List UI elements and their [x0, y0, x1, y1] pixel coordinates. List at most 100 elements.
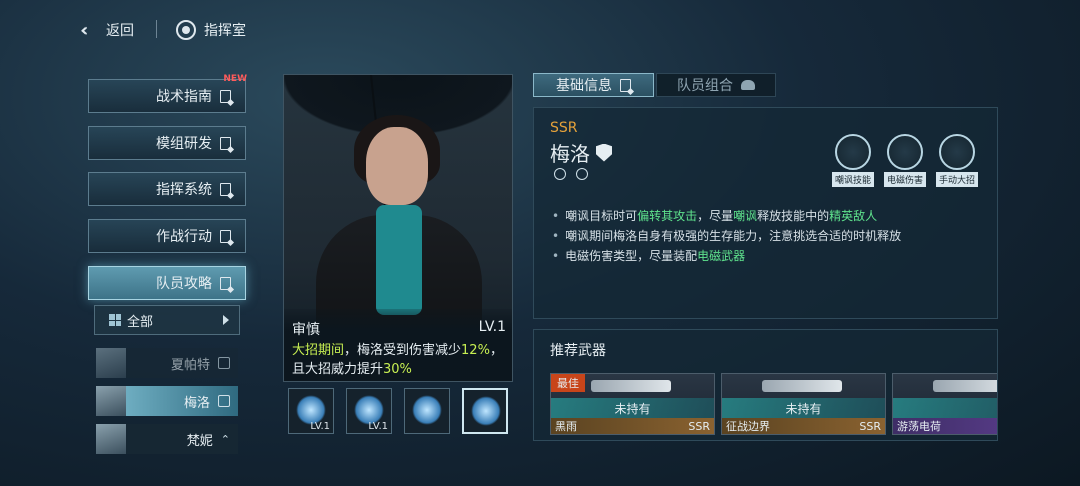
tag-manual-ult: 手动大招	[934, 134, 980, 187]
character-title: 梅洛	[550, 138, 612, 167]
tag-emp-damage: 电磁伤害	[882, 134, 928, 187]
trait-level: LV.1	[478, 319, 506, 335]
tips-list: • 嘲讽目标时可偏转其攻击，尽量嘲讽释放技能中的精英敌人 • 嘲讽期间梅洛自身有极强…	[552, 206, 901, 266]
skill-level: LV.1	[310, 421, 330, 432]
menu-command-system[interactable]: 指挥系统	[88, 172, 246, 206]
character-name: 梵妮	[186, 433, 213, 449]
weapon-card[interactable]: 未持有 征战边界 SSR	[721, 373, 886, 435]
ownership-status: 未持	[893, 398, 997, 418]
weapon-name: 征战边界	[726, 420, 770, 433]
ownership-status: 未持有	[722, 398, 885, 418]
trait-panel: 审慎 LV.1 大招期间，梅洛受到伤害减少12%，且大招威力提升30%	[284, 309, 512, 381]
grid-icon	[109, 314, 121, 326]
skill-slot[interactable]	[404, 388, 450, 434]
figure-shirt-art	[376, 205, 422, 315]
skill-slot[interactable]: LV.1	[346, 388, 392, 434]
edit-doc-icon	[220, 89, 231, 103]
weapon-name: 游荡电荷	[897, 420, 941, 433]
character-list-item[interactable]: 梵妮 ⌃	[96, 424, 238, 454]
character-name: 夏帕特	[170, 357, 210, 373]
menu-label: 队员攻略	[156, 276, 212, 292]
menu-label: 作战行动	[156, 229, 212, 245]
shield-class-icon	[218, 357, 230, 369]
edit-doc-icon	[220, 182, 231, 196]
menu-label: 模组研发	[156, 136, 212, 152]
character-list-item[interactable]: 夏帕特	[96, 348, 238, 378]
avatar	[96, 386, 126, 416]
tip-text: 嘲讽目标时可	[565, 209, 638, 223]
skill-icon	[471, 396, 501, 426]
faction-icon	[554, 168, 566, 180]
skill-level: LV.1	[368, 421, 388, 432]
element-icon	[576, 168, 588, 180]
tip-highlight: 电磁武器	[697, 249, 746, 263]
tip-text: 释放技能中的	[757, 209, 830, 223]
basic-info-panel: SSR 梅洛 嘲讽技能 电磁伤害 手动大招 • 嘲讽目标时可偏转其攻击，尽量嘲讽释…	[533, 107, 998, 319]
new-badge: NEW	[223, 74, 247, 84]
chevron-up-icon: ⌃	[220, 432, 230, 446]
skill-slot[interactable]	[462, 388, 508, 434]
skill-slot[interactable]: LV.1	[288, 388, 334, 434]
edit-doc-icon	[620, 78, 631, 92]
best-badge: 最佳	[551, 374, 585, 392]
character-list-item[interactable]: 梅洛	[96, 386, 238, 416]
menu-module-research[interactable]: 模组研发	[88, 126, 246, 160]
tip-text: 电磁伤害类型，尽量装配	[565, 249, 698, 263]
tag-label: 手动大招	[935, 172, 978, 187]
breadcrumb-label: 指挥室	[204, 23, 246, 39]
skill-icon	[412, 395, 442, 425]
weapon-image	[933, 380, 997, 392]
tab-team-combo[interactable]: 队员组合	[656, 73, 776, 97]
back-button[interactable]: ‹‹ 返回	[80, 18, 134, 42]
double-chevron-left-icon: ‹‹	[80, 19, 88, 41]
weapon-image	[762, 380, 842, 392]
tab-basic-info[interactable]: 基础信息	[533, 73, 654, 97]
weapon-footer: 征战边界 SSR	[722, 418, 885, 434]
tag-label: 嘲讽技能	[831, 172, 874, 187]
edit-doc-icon	[220, 229, 231, 243]
filter-dropdown[interactable]: 全部	[94, 305, 240, 335]
weapon-rarity: SSR	[859, 419, 881, 433]
caret-right-icon	[223, 315, 229, 325]
recommended-weapons-panel: 推荐武器 最佳 未持有 黑雨 SSR 未持有 征战边界 SSR 未持 游荡电荷	[533, 329, 998, 441]
weapon-rarity: SSR	[688, 419, 710, 433]
top-bar: ‹‹ 返回 指挥室	[0, 0, 1080, 60]
trait-name: 审慎	[292, 322, 320, 338]
edit-doc-icon	[220, 276, 231, 290]
weapon-card[interactable]: 未持 游荡电荷	[892, 373, 997, 435]
tip-highlight: 偏转其攻击	[637, 209, 698, 223]
back-label: 返回	[106, 23, 134, 39]
menu-label: 指挥系统	[156, 182, 212, 198]
edit-doc-icon	[220, 136, 231, 150]
character-portrait: 审慎 LV.1 大招期间，梅洛受到伤害减少12%，且大招威力提升30%	[283, 74, 513, 382]
tip-text: ，尽量	[697, 209, 734, 223]
trait-highlight: 大招期间	[292, 343, 345, 358]
shield-class-icon	[596, 143, 612, 162]
divider	[156, 20, 157, 38]
command-room-icon	[176, 20, 196, 40]
weapon-name: 黑雨	[555, 420, 577, 433]
tab-label: 队员组合	[677, 78, 733, 94]
breadcrumb: 指挥室	[176, 18, 246, 42]
weapon-footer: 黑雨 SSR	[551, 418, 714, 434]
trait-highlight: 12%	[461, 343, 490, 358]
shield-class-icon	[218, 395, 230, 407]
menu-operations[interactable]: 作战行动	[88, 219, 246, 253]
avatar	[96, 348, 126, 378]
weapon-footer: 游荡电荷	[893, 418, 997, 434]
avatar	[96, 424, 126, 454]
people-icon	[741, 80, 755, 90]
tip-line: • 电磁伤害类型，尽量装配电磁武器	[552, 249, 746, 263]
weapon-image	[591, 380, 671, 392]
tag-label: 电磁伤害	[883, 172, 926, 187]
filter-label: 全部	[127, 314, 154, 330]
menu-tactics-guide[interactable]: 战术指南 NEW	[88, 74, 247, 113]
lightning-icon	[887, 134, 923, 170]
menu-member-guide[interactable]: 队员攻略	[88, 266, 246, 300]
manual-ult-icon	[939, 134, 975, 170]
panel-title: 推荐武器	[550, 343, 606, 359]
weapon-card[interactable]: 最佳 未持有 黑雨 SSR	[550, 373, 715, 435]
tip-line: • 嘲讽目标时可偏转其攻击，尽量嘲讽释放技能中的精英敌人	[552, 209, 878, 223]
rarity-label: SSR	[550, 120, 578, 136]
tip-highlight: 嘲讽	[733, 209, 758, 223]
